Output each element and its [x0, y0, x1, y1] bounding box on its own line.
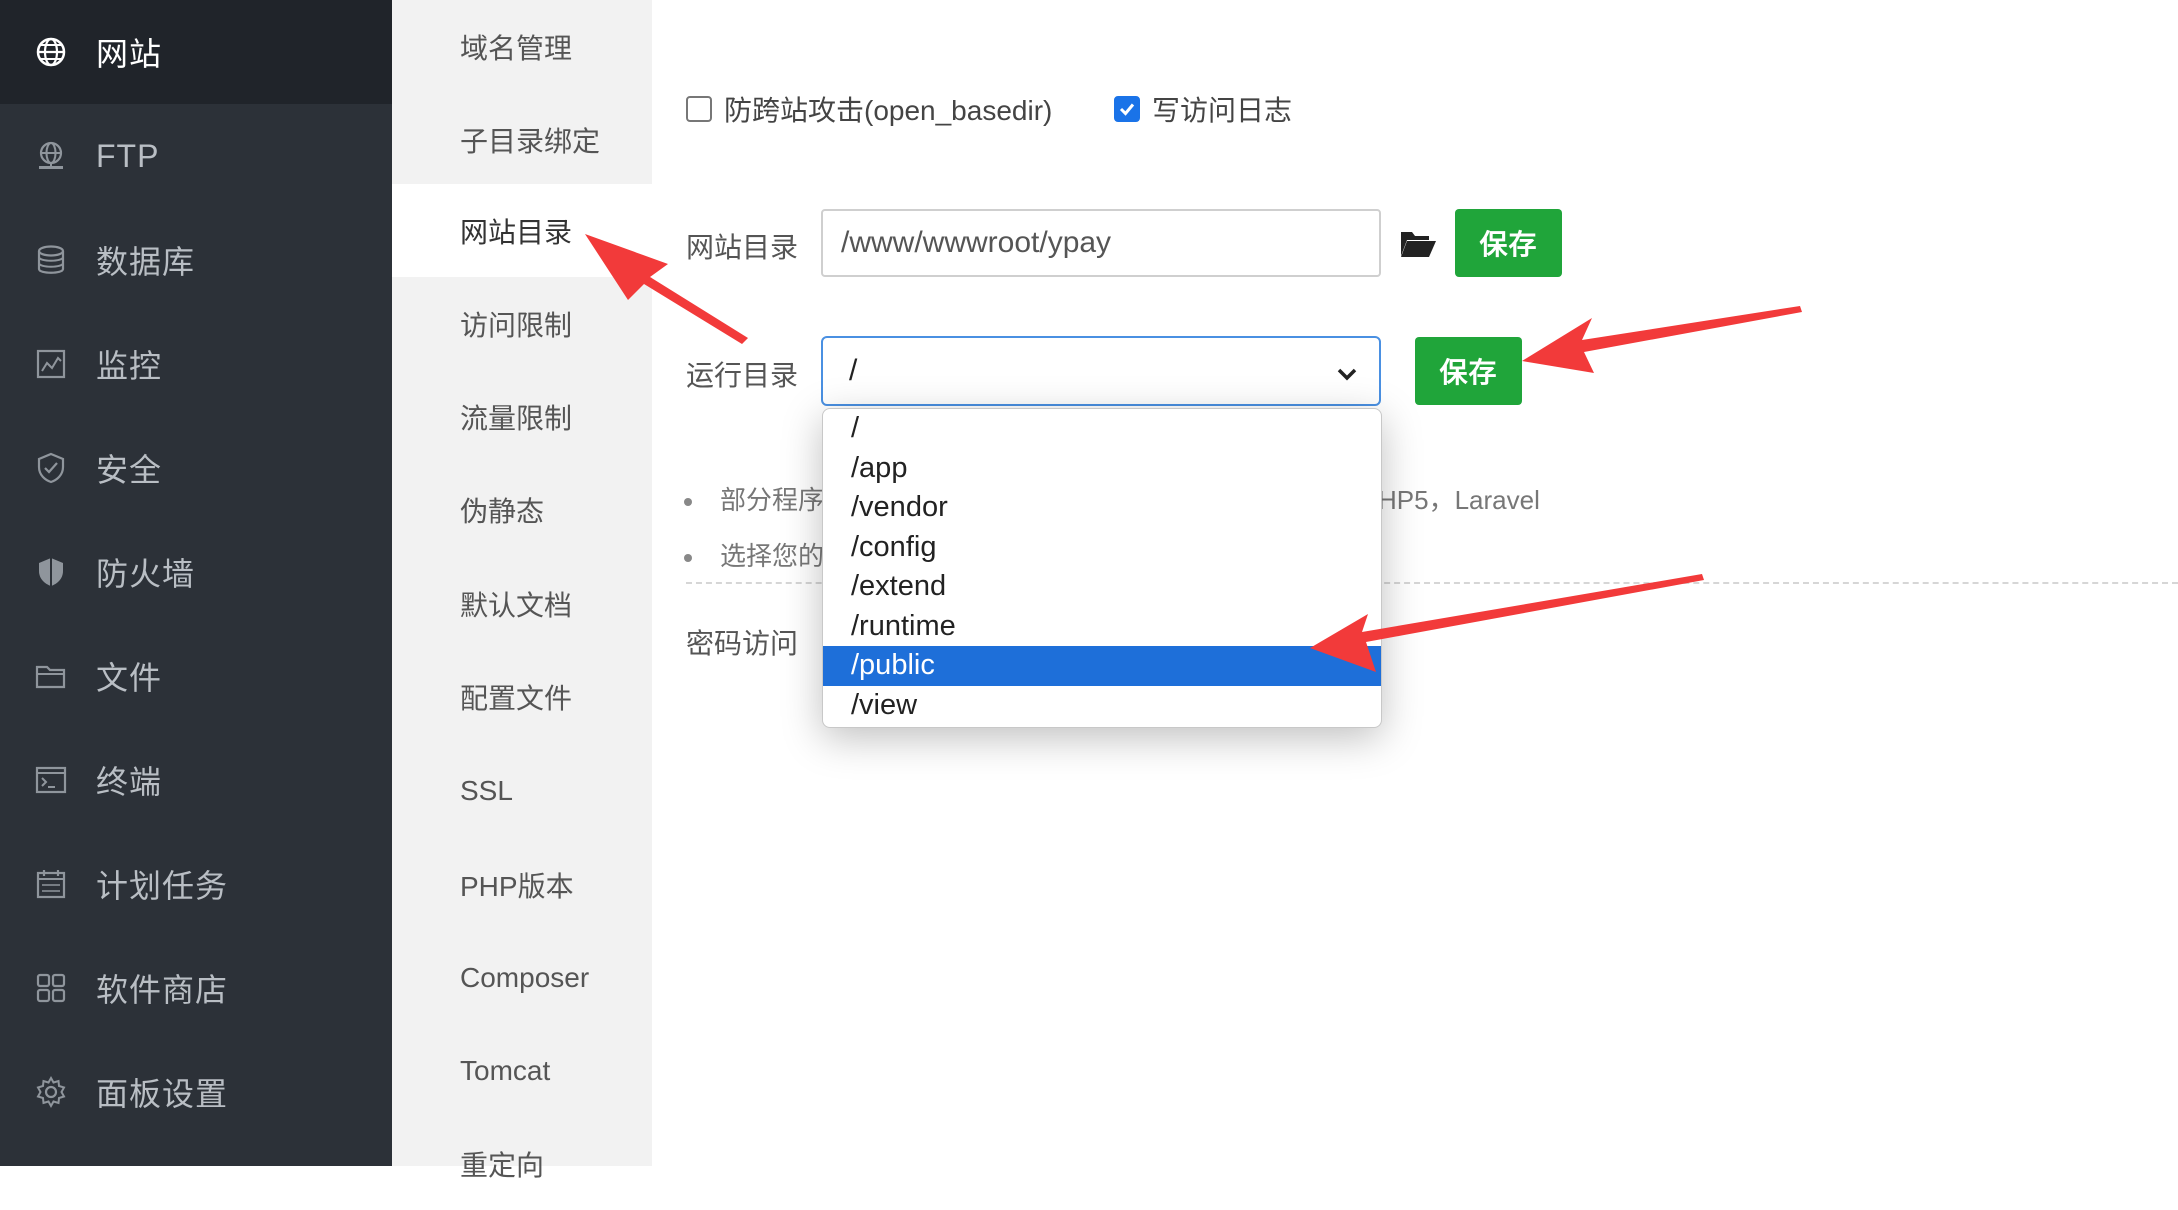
open-basedir-checkbox[interactable] [686, 96, 712, 122]
sidebar-item-label: 计划任务 [96, 868, 229, 904]
run-dir-option-highlighted[interactable]: /public [823, 646, 1381, 686]
main-sidebar: 网站 FTP 数据库 监控 安全 防火墙 文件 终端 计划任务 软件商店 面板设… [0, 0, 392, 1166]
sidebar-item-label: FTP [96, 137, 160, 174]
open-basedir-option[interactable]: 防跨站攻击(open_basedir) [686, 92, 1052, 126]
sidebar-item-label: 监控 [96, 348, 163, 384]
bullet-dot [684, 554, 692, 563]
access-log-checkbox[interactable] [1114, 96, 1140, 122]
run-dir-option[interactable]: /app [823, 449, 1381, 489]
run-dir-option[interactable]: /view [823, 686, 1381, 726]
submenu-label: 网站目录 [460, 216, 573, 248]
submenu-label: Composer [460, 961, 590, 993]
sidebar-item-label: 文件 [96, 660, 163, 696]
sidebar-item-label: 终端 [96, 764, 163, 800]
run-dir-option[interactable]: /extend [823, 567, 1381, 607]
submenu-label: 默认文档 [460, 589, 573, 621]
site-dir-label: 网站目录 [686, 232, 799, 263]
note-item-2: 选择您的 [684, 536, 824, 573]
run-dir-label: 运行目录 [686, 360, 799, 391]
sidebar-item-ftp[interactable]: FTP [0, 104, 392, 208]
submenu-label: 子目录绑定 [460, 125, 601, 157]
submenu-item-access-limit[interactable]: 访问限制 [392, 277, 652, 370]
submenu-label: SSL [460, 774, 513, 806]
submenu-item-site-directory[interactable]: 网站目录 [392, 184, 652, 277]
terminal-icon [34, 763, 68, 797]
access-log-option[interactable]: 写访问日志 [1114, 92, 1292, 126]
checkmark-icon [1119, 103, 1135, 116]
submenu-item-domain[interactable]: 域名管理 [392, 0, 652, 93]
run-dir-option[interactable]: /config [823, 528, 1381, 568]
run-dir-option[interactable]: /runtime [823, 607, 1381, 647]
submenu-label: 配置文件 [460, 682, 573, 714]
chevron-down-icon [1337, 368, 1357, 381]
apps-grid-icon [34, 971, 68, 1005]
submenu-label: 伪静态 [460, 495, 545, 527]
sidebar-item-files[interactable]: 文件 [0, 624, 392, 728]
monitor-chart-icon [34, 347, 68, 381]
run-dir-option[interactable]: /vendor [823, 488, 1381, 528]
run-dir-selected-value: / [849, 354, 858, 387]
site-dir-save-button[interactable]: 保存 [1455, 209, 1562, 277]
firewall-shield-icon [34, 555, 68, 589]
submenu-label: 流量限制 [460, 402, 573, 434]
note-text-1-tail: HP5，Laravel [1378, 485, 1540, 515]
note-item-1: 部分程序 [684, 480, 824, 517]
folder-icon [34, 659, 68, 693]
submenu-item-default-doc[interactable]: 默认文档 [392, 557, 652, 650]
sidebar-item-label: 网站 [96, 36, 163, 72]
run-dir-save-button[interactable]: 保存 [1415, 337, 1522, 405]
shield-check-icon [34, 451, 68, 485]
sidebar-item-monitor[interactable]: 监控 [0, 312, 392, 416]
sidebar-item-panel-settings[interactable]: 面板设置 [0, 1040, 392, 1144]
submenu-item-composer[interactable]: Composer [392, 931, 652, 1024]
run-dir-dropdown-list[interactable]: / /app /vendor /config /extend /runtime … [822, 408, 1382, 728]
sidebar-item-label: 面板设置 [96, 1076, 229, 1112]
open-basedir-label: 防跨站攻击(open_basedir) [724, 95, 1053, 126]
sidebar-item-terminal[interactable]: 终端 [0, 728, 392, 832]
access-log-label: 写访问日志 [1152, 95, 1293, 126]
sidebar-item-label: 软件商店 [96, 972, 229, 1008]
note-text-2: 选择您的 [720, 541, 825, 571]
sidebar-item-firewall[interactable]: 防火墙 [0, 520, 392, 624]
password-access-label: 密码访问 [686, 628, 799, 659]
submenu-label: 重定向 [460, 1149, 545, 1181]
site-settings-menu: 域名管理 子目录绑定 网站目录 访问限制 流量限制 伪静态 默认文档 配置文件 … [392, 0, 652, 1181]
sidebar-item-label: 防火墙 [96, 556, 196, 592]
submenu-label: PHP版本 [460, 870, 574, 902]
submenu-item-subdir-binding[interactable]: 子目录绑定 [392, 93, 652, 186]
sidebar-item-label: 数据库 [96, 244, 196, 280]
submenu-item-php-version[interactable]: PHP版本 [392, 838, 652, 931]
submenu-item-redirect[interactable]: 重定向 [392, 1117, 652, 1210]
submenu-item-ssl[interactable]: SSL [392, 744, 652, 837]
submenu-item-traffic-limit[interactable]: 流量限制 [392, 370, 652, 463]
calendar-icon [34, 867, 68, 901]
folder-open-icon[interactable] [1399, 228, 1437, 260]
submenu-label: 访问限制 [460, 309, 573, 341]
sidebar-item-cron[interactable]: 计划任务 [0, 832, 392, 936]
submenu-item-rewrite[interactable]: 伪静态 [392, 463, 652, 556]
arrow-to-run-dir-save [1522, 306, 1802, 373]
note-text-1: 部分程序 [720, 485, 825, 515]
submenu-item-config-file[interactable]: 配置文件 [392, 650, 652, 743]
submenu-item-tomcat[interactable]: Tomcat [392, 1024, 652, 1117]
globe-icon [34, 35, 68, 69]
sidebar-item-website[interactable]: 网站 [0, 0, 392, 104]
ftp-globe-icon [34, 139, 68, 173]
bullet-dot [684, 498, 692, 507]
sidebar-item-security[interactable]: 安全 [0, 416, 392, 520]
run-dir-select[interactable]: / [821, 336, 1381, 406]
sidebar-item-app-store[interactable]: 软件商店 [0, 936, 392, 1040]
run-dir-option[interactable]: / [823, 409, 1381, 449]
database-icon [34, 243, 68, 277]
submenu-label: Tomcat [460, 1054, 551, 1086]
sidebar-item-database[interactable]: 数据库 [0, 208, 392, 312]
site-dir-input[interactable]: /www/wwwroot/ypay [821, 209, 1381, 277]
sidebar-item-label: 安全 [96, 452, 163, 488]
gear-icon [34, 1075, 68, 1109]
submenu-label: 域名管理 [460, 32, 573, 64]
